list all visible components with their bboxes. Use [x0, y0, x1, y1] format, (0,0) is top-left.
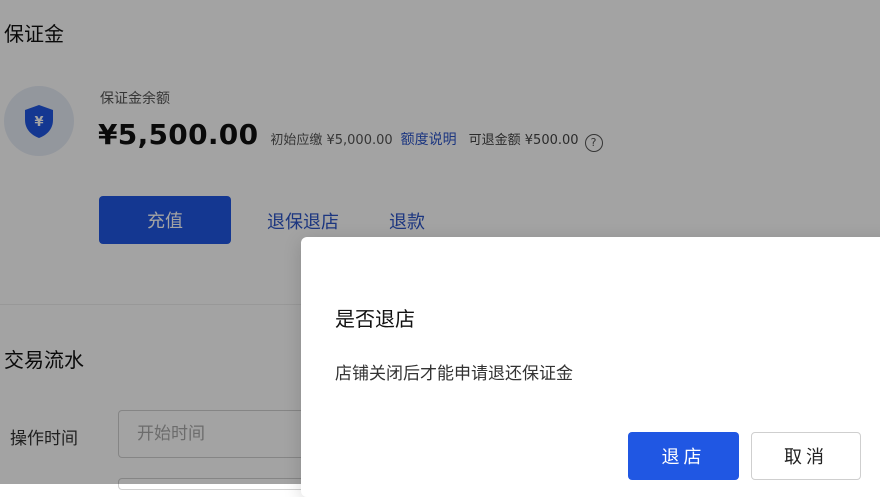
close-store-dialog: 是否退店 店铺关闭后才能申请退还保证金 退店 取消 [301, 237, 880, 497]
cancel-button[interactable]: 取消 [751, 432, 861, 480]
dialog-title: 是否退店 [335, 307, 415, 331]
dialog-message: 店铺关闭后才能申请退还保证金 [335, 364, 573, 384]
confirm-close-store-button[interactable]: 退店 [628, 432, 739, 480]
